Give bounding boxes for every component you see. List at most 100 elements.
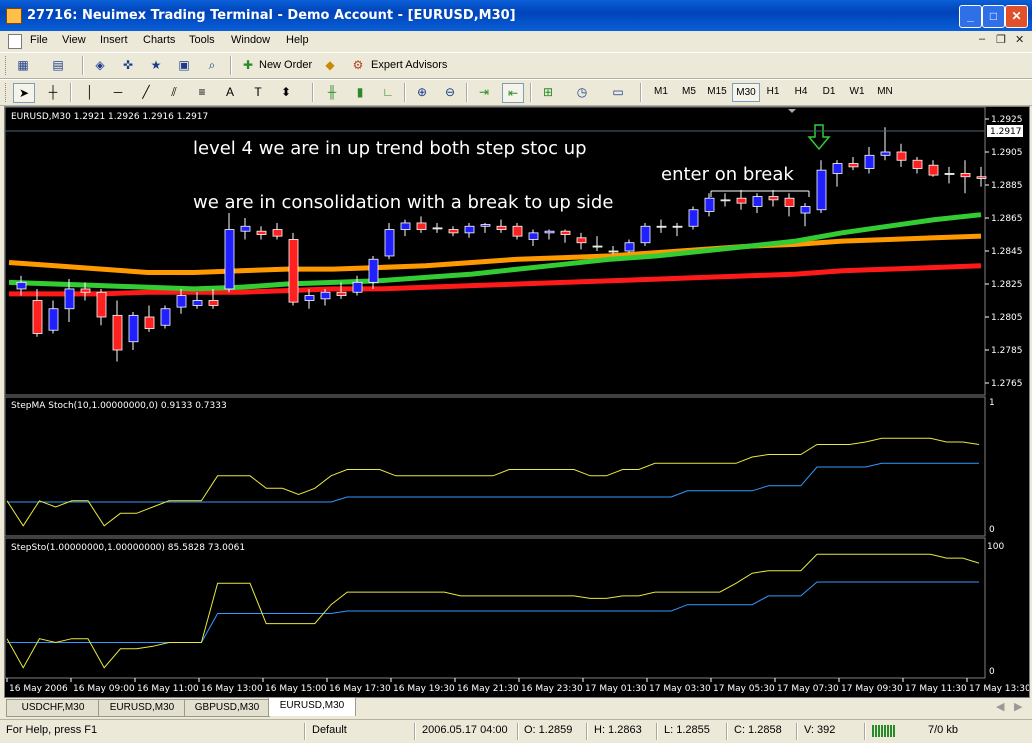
timeframe-h1[interactable]: H1 — [760, 86, 786, 97]
time-tick-label: 16 May 23:30 — [521, 684, 583, 694]
title-bar[interactable]: 27716: Neuimex Trading Terminal - Demo A… — [0, 0, 1032, 31]
candle-body — [832, 163, 843, 174]
favorites-icon[interactable]: ★ — [146, 56, 166, 74]
text-icon[interactable]: A — [220, 83, 240, 101]
cursor-icon[interactable]: ➤ — [13, 83, 35, 103]
mdi-minimize-button[interactable]: – — [979, 33, 985, 45]
market-watch-icon[interactable]: ◈ — [90, 56, 110, 74]
candle-body — [944, 173, 955, 175]
tab-gbpusd[interactable]: GBPUSD,M30 — [184, 699, 270, 717]
time-tick-label: 16 May 17:30 — [329, 684, 391, 694]
autoscroll-icon[interactable]: ⇥ — [474, 83, 494, 101]
chart-shift-icon[interactable]: ⇤ — [502, 83, 524, 103]
navigator-icon[interactable]: ✜ — [118, 56, 138, 74]
bar-chart-icon[interactable]: ╫ — [322, 83, 342, 101]
mdi-restore-button[interactable]: ❐ — [996, 33, 1006, 46]
candle-body — [352, 281, 363, 293]
mdi-close-button[interactable]: ✕ — [1015, 33, 1024, 46]
text-label-icon[interactable]: T — [248, 83, 268, 101]
app-icon[interactable] — [6, 8, 22, 24]
timeframe-m5[interactable]: M5 — [676, 86, 702, 97]
chart-window[interactable]: EURUSD,M30 1.2921 1.2926 1.2916 1.2917 l… — [4, 106, 1031, 698]
vertical-line-icon[interactable]: │ — [80, 83, 100, 101]
price-tick-label: 1.2925 — [991, 115, 1023, 125]
line-chart-icon[interactable]: ∟ — [378, 83, 398, 101]
timeframe-d1[interactable]: D1 — [816, 86, 842, 97]
candle-body — [976, 176, 987, 179]
toolbar-grip[interactable] — [5, 83, 9, 102]
timeframe-h4[interactable]: H4 — [788, 86, 814, 97]
candle-body — [912, 159, 923, 169]
menu-window[interactable]: Window — [231, 34, 270, 46]
tab-eurusd-1[interactable]: EURUSD,M30 — [98, 699, 186, 717]
candle-body — [128, 314, 139, 343]
zoom-in-icon[interactable]: ⊕ — [412, 83, 432, 101]
periods-icon[interactable]: ◷ — [572, 83, 592, 101]
indicator-2-bottom: 0 — [989, 667, 995, 677]
candle-body — [400, 222, 411, 230]
equidistant-channel-icon[interactable]: ⫽ — [164, 83, 184, 101]
maximize-button[interactable]: □ — [982, 5, 1005, 28]
tab-scroll-left-icon[interactable]: ◀ — [996, 700, 1004, 713]
status-volume: V: 392 — [804, 724, 836, 736]
horizontal-line-icon[interactable]: ─ — [108, 83, 128, 101]
arrows-icon[interactable]: ⬍ — [276, 83, 296, 101]
profiles-icon[interactable]: ▤ — [48, 56, 68, 74]
status-traffic: 7/0 kb — [928, 724, 958, 736]
menu-view[interactable]: View — [62, 34, 86, 46]
candle-body — [80, 288, 91, 293]
menu-charts[interactable]: Charts — [143, 34, 175, 46]
candle-body — [368, 258, 379, 283]
indicator-pane-2 — [4, 537, 986, 679]
toolbar-grip[interactable] — [5, 56, 9, 75]
price-tick-label: 1.2865 — [991, 214, 1023, 224]
trendline-icon[interactable]: ╱ — [136, 83, 156, 101]
tab-eurusd-active[interactable]: EURUSD,M30 — [268, 697, 356, 716]
time-tick-label: 17 May 07:30 — [777, 684, 839, 694]
price-tick-label: 1.2785 — [991, 346, 1023, 356]
candle-body — [960, 173, 971, 178]
terminal-icon[interactable]: ▣ — [174, 56, 194, 74]
time-tick-label: 16 May 13:00 — [201, 684, 263, 694]
timeframe-mn[interactable]: MN — [872, 86, 898, 97]
candle-body — [848, 163, 859, 168]
candle-body — [304, 295, 315, 301]
expert-advisors-icon[interactable]: ⚙ — [348, 56, 368, 74]
menu-insert[interactable]: Insert — [100, 34, 128, 46]
timeframe-w1[interactable]: W1 — [844, 86, 870, 97]
expert-advisors-button[interactable]: Expert Advisors — [371, 59, 447, 71]
connection-status-icon[interactable] — [872, 725, 896, 737]
candle-body — [864, 154, 875, 169]
candlestick-icon[interactable]: ▮ — [350, 83, 370, 101]
menu-file[interactable]: File — [30, 34, 48, 46]
menu-help[interactable]: Help — [286, 34, 309, 46]
time-tick-label: 16 May 09:00 — [73, 684, 135, 694]
tab-scroll-right-icon[interactable]: ▶ — [1014, 700, 1022, 713]
zoom-out-icon[interactable]: ⊖ — [440, 83, 460, 101]
indicators-icon[interactable]: ⊞ — [538, 83, 558, 101]
fibonacci-icon[interactable]: ≡ — [192, 83, 212, 101]
strategy-tester-icon[interactable]: ⌕ — [202, 56, 222, 74]
timeframe-m30[interactable]: M30 — [732, 83, 760, 102]
price-chart[interactable]: EURUSD,M30 1.2921 1.2926 1.2916 1.2917 l… — [4, 106, 1031, 697]
crosshair-icon[interactable]: ┼ — [43, 83, 63, 101]
new-order-icon[interactable]: ✚ — [238, 56, 258, 74]
close-button[interactable]: ✕ — [1005, 5, 1028, 28]
tab-usdchf[interactable]: USDCHF,M30 — [6, 699, 100, 717]
candle-body — [688, 209, 699, 227]
menu-tools[interactable]: Tools — [189, 34, 215, 46]
timeframe-m15[interactable]: M15 — [704, 86, 730, 97]
autotrading-icon[interactable]: ◆ — [320, 56, 340, 74]
candle-body — [320, 291, 331, 300]
candle-body — [784, 197, 795, 207]
templates-icon[interactable]: ▭ — [608, 83, 628, 101]
minimize-button[interactable]: _ — [959, 5, 982, 28]
status-profile: Default — [312, 724, 347, 736]
time-tick-label: 16 May 11:00 — [137, 684, 199, 694]
new-chart-icon[interactable]: ▦ — [13, 56, 33, 74]
candle-body — [16, 281, 27, 290]
candle-body — [480, 224, 491, 227]
document-icon[interactable] — [8, 34, 22, 49]
timeframe-m1[interactable]: M1 — [648, 86, 674, 97]
new-order-button[interactable]: New Order — [259, 59, 312, 71]
